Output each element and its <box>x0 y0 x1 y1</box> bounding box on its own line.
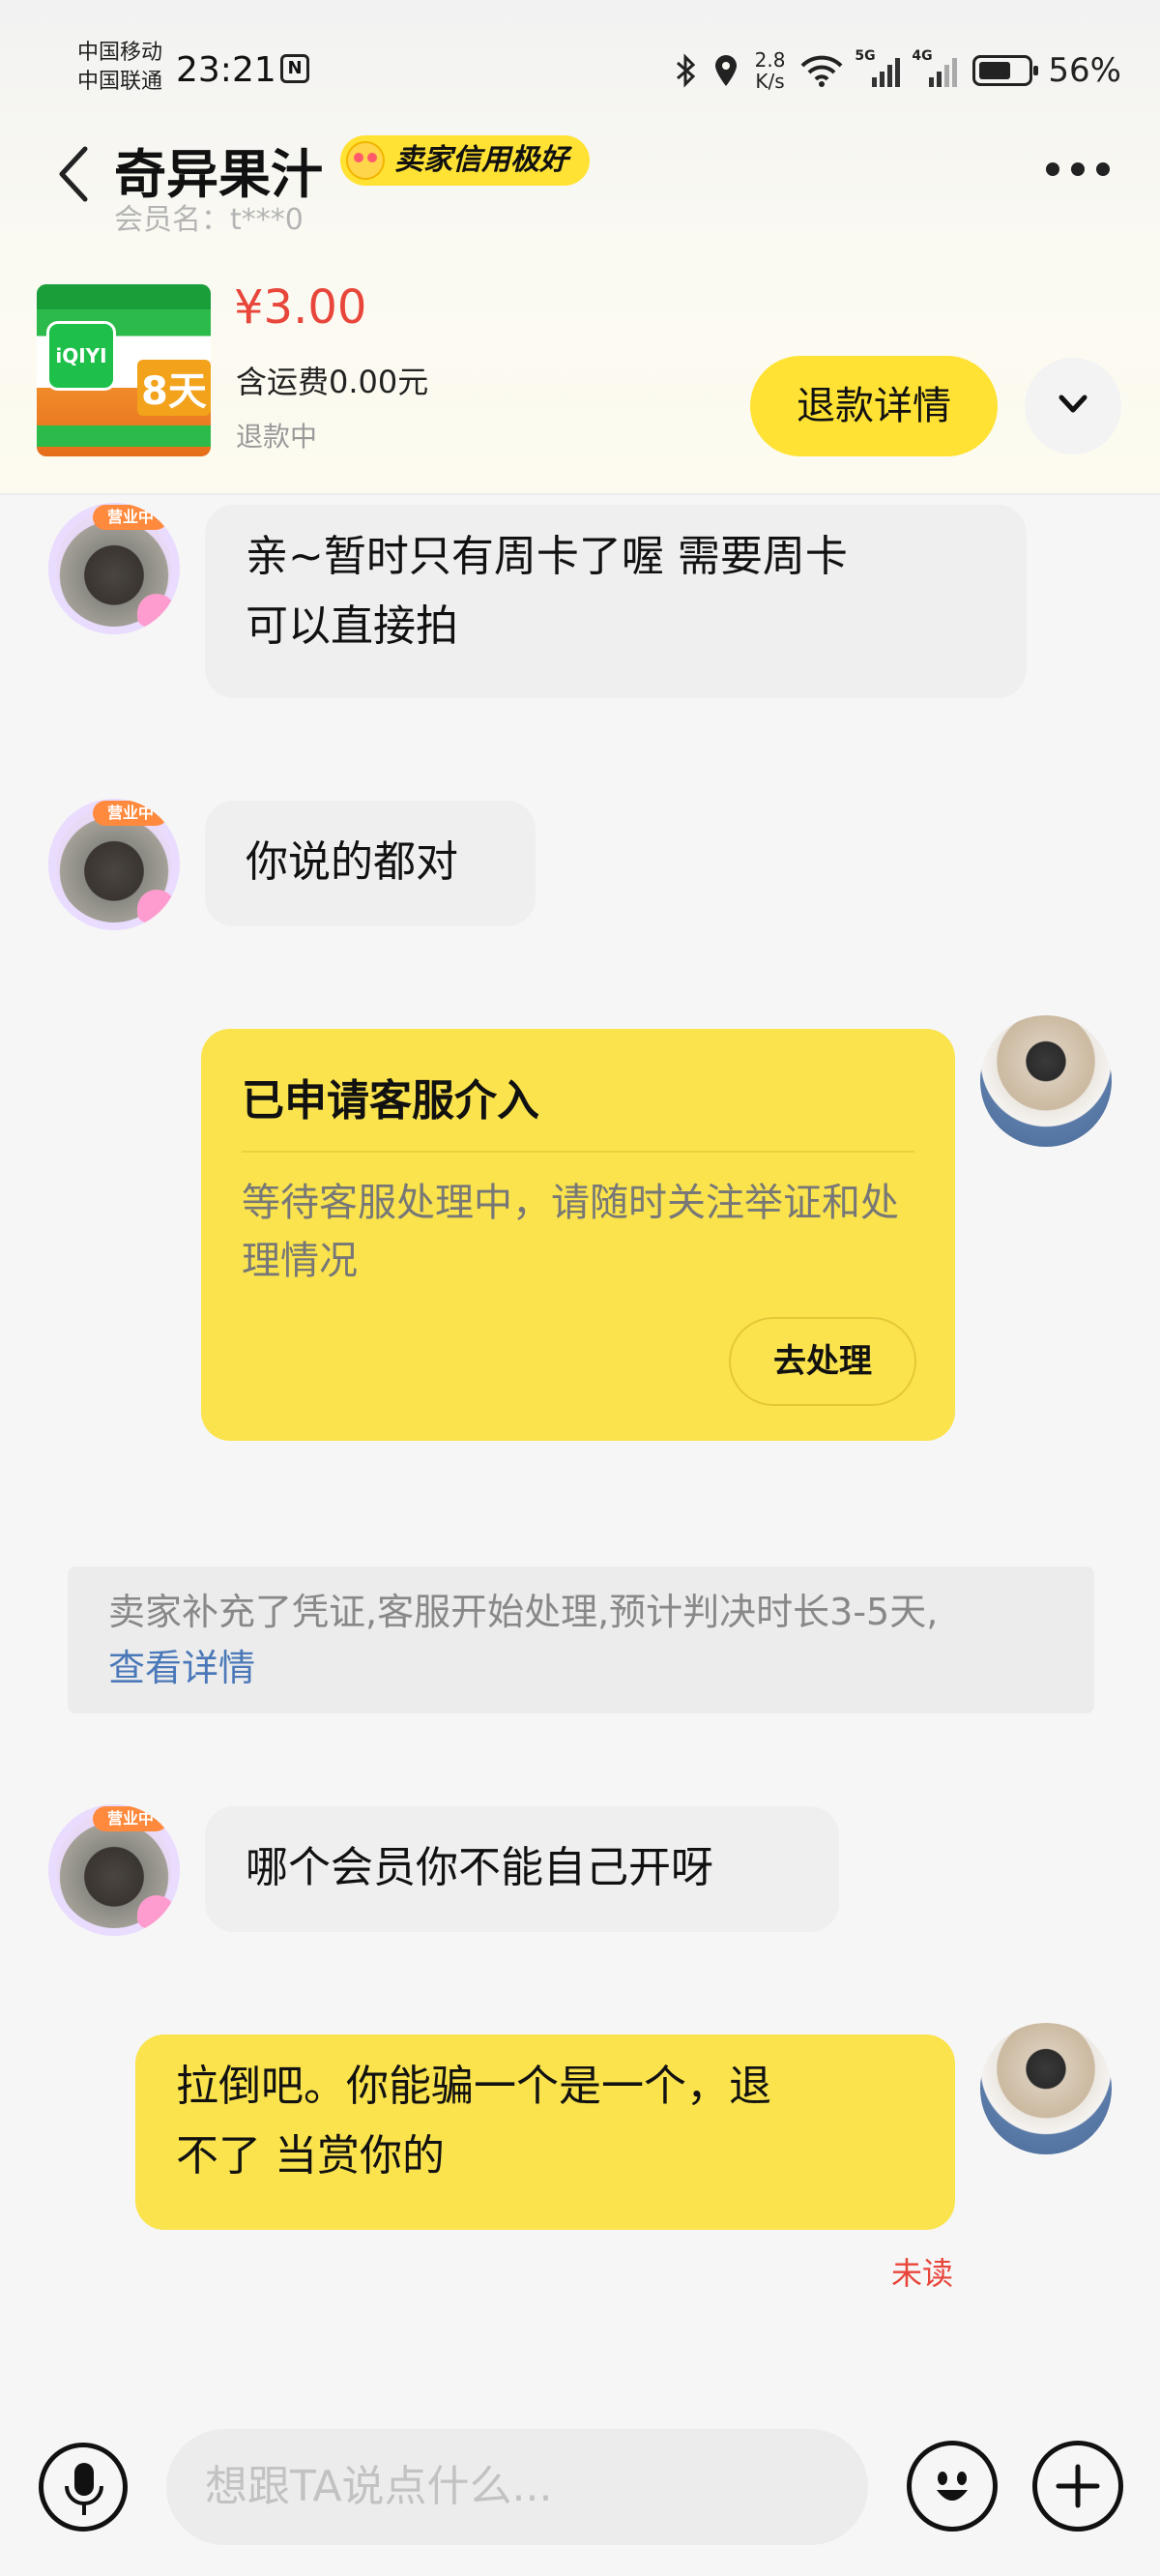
back-arrow-icon[interactable] <box>54 145 93 203</box>
octopus-sticker-icon <box>137 1895 176 1928</box>
seller-avatar[interactable]: 营业中 <box>48 799 180 930</box>
more-options-icon[interactable] <box>1046 162 1110 176</box>
notice-text: 卖家补充了凭证,客服开始处理,预计判决时长3-5天, <box>108 1591 939 1633</box>
carrier-2: 中国联通 <box>77 70 163 94</box>
shipping-fee: 含运费0.00元 <box>236 364 429 400</box>
signal-4g-icon: 4G <box>912 48 958 87</box>
heart-eyes-icon <box>346 141 385 180</box>
message-line: 哪个会员你不能自己开呀 <box>246 1843 713 1892</box>
card-divider <box>242 1151 914 1153</box>
message-line: 你说的都对 <box>246 837 458 887</box>
status-icons: 2.8 K/s 5G 4G 56% <box>674 46 1121 95</box>
message-line: 拉倒吧。你能骗一个是一个，退 <box>176 2062 771 2111</box>
net-speed-value: 2.8 <box>754 48 786 72</box>
message-line: 亲~暂时只有周卡了喔 需要周卡 <box>246 532 848 581</box>
carrier-labels: 中国移动 中国联通 <box>77 39 162 97</box>
seller-avatar[interactable]: 营业中 <box>48 503 180 634</box>
wifi-icon <box>800 55 843 87</box>
octopus-sticker-icon <box>137 594 176 627</box>
emoji-button[interactable] <box>907 2441 998 2532</box>
octopus-sticker-icon <box>137 890 176 922</box>
user-avatar[interactable] <box>980 2023 1112 2154</box>
clock: 23:21 <box>176 50 276 90</box>
handle-button[interactable]: 去处理 <box>729 1317 916 1406</box>
product-card[interactable]: iQIYI 8天 ¥3.00 含运费0.00元 退款中 退款详情 <box>0 280 1160 464</box>
service-intervention-card[interactable]: 已申请客服介入 等待客服处理中，请随时关注举证和处理情况 去处理 <box>201 1029 955 1441</box>
message-line: 不了 当赏你的 <box>176 2131 445 2181</box>
voice-button[interactable] <box>39 2443 128 2532</box>
message-line: 可以直接拍 <box>246 601 458 651</box>
chat-header-area: 中国移动 中国联通 23:21 N 2.8 K/s 5G 4G 56% 奇异果汁… <box>0 0 1160 495</box>
battery-icon <box>972 55 1039 86</box>
smiley-icon <box>937 2472 968 2501</box>
signal-4g-label: 4G <box>912 48 933 64</box>
message-bubble[interactable]: 哪个会员你不能自己开呀 <box>205 1806 839 1932</box>
signal-5g-label: 5G <box>855 48 876 64</box>
carrier-1: 中国移动 <box>77 41 163 65</box>
thumb-days-label: 8天 <box>137 360 211 416</box>
plus-icon <box>1056 2464 1100 2508</box>
location-icon <box>714 55 737 86</box>
refund-details-button[interactable]: 退款详情 <box>750 356 998 456</box>
business-badge: 营业中 <box>93 801 168 826</box>
member-name: 会员名：t***0 <box>114 203 304 237</box>
bluetooth-icon <box>676 53 695 88</box>
iqiyi-logo: iQIYI <box>46 321 116 391</box>
nav-bar: 奇异果汁 卖家信用极好 会员名：t***0 <box>0 116 1160 237</box>
card-title: 已申请客服介入 <box>242 1076 539 1126</box>
message-bubble[interactable]: 拉倒吧。你能骗一个是一个，退 不了 当赏你的 <box>135 2034 955 2230</box>
input-bar: 想跟TA说点什么... <box>0 2400 1160 2576</box>
business-badge: 营业中 <box>93 505 168 530</box>
seller-avatar[interactable]: 营业中 <box>48 1804 180 1936</box>
microphone-icon <box>65 2463 103 2515</box>
user-avatar[interactable] <box>980 1015 1112 1147</box>
net-speed-unit: K/s <box>755 70 785 93</box>
credit-badge-label: 卖家信用极好 <box>394 143 568 177</box>
unread-status: 未读 <box>891 2255 954 2292</box>
product-price: ¥3.00 <box>234 280 367 335</box>
message-input[interactable]: 想跟TA说点什么... <box>166 2429 868 2545</box>
more-actions-button[interactable] <box>1032 2441 1123 2532</box>
view-details-link[interactable]: 查看详情 <box>108 1640 1054 1696</box>
nfc-icon: N <box>280 54 309 83</box>
net-speed: 2.8 K/s <box>755 49 786 92</box>
battery-percent: 56% <box>1048 51 1121 90</box>
message-bubble[interactable]: 亲~暂时只有周卡了喔 需要周卡 可以直接拍 <box>205 505 1027 698</box>
status-bar: 中国移动 中国联通 23:21 N 2.8 K/s 5G 4G 56% <box>0 0 1160 106</box>
product-thumbnail[interactable]: iQIYI 8天 <box>37 284 211 456</box>
credit-badge: 卖家信用极好 <box>340 135 590 186</box>
expand-button[interactable] <box>1025 358 1121 454</box>
message-bubble[interactable]: 你说的都对 <box>205 801 536 926</box>
business-badge: 营业中 <box>93 1806 168 1831</box>
signal-5g-icon: 5G <box>855 48 901 87</box>
refund-status: 退款中 <box>236 421 318 453</box>
system-notice: 卖家补充了凭证,客服开始处理,预计判决时长3-5天, 查看详情 <box>68 1566 1094 1713</box>
chevron-down-icon <box>1058 395 1088 413</box>
card-description: 等待客服处理中，请随时关注举证和处理情况 <box>242 1181 899 1283</box>
